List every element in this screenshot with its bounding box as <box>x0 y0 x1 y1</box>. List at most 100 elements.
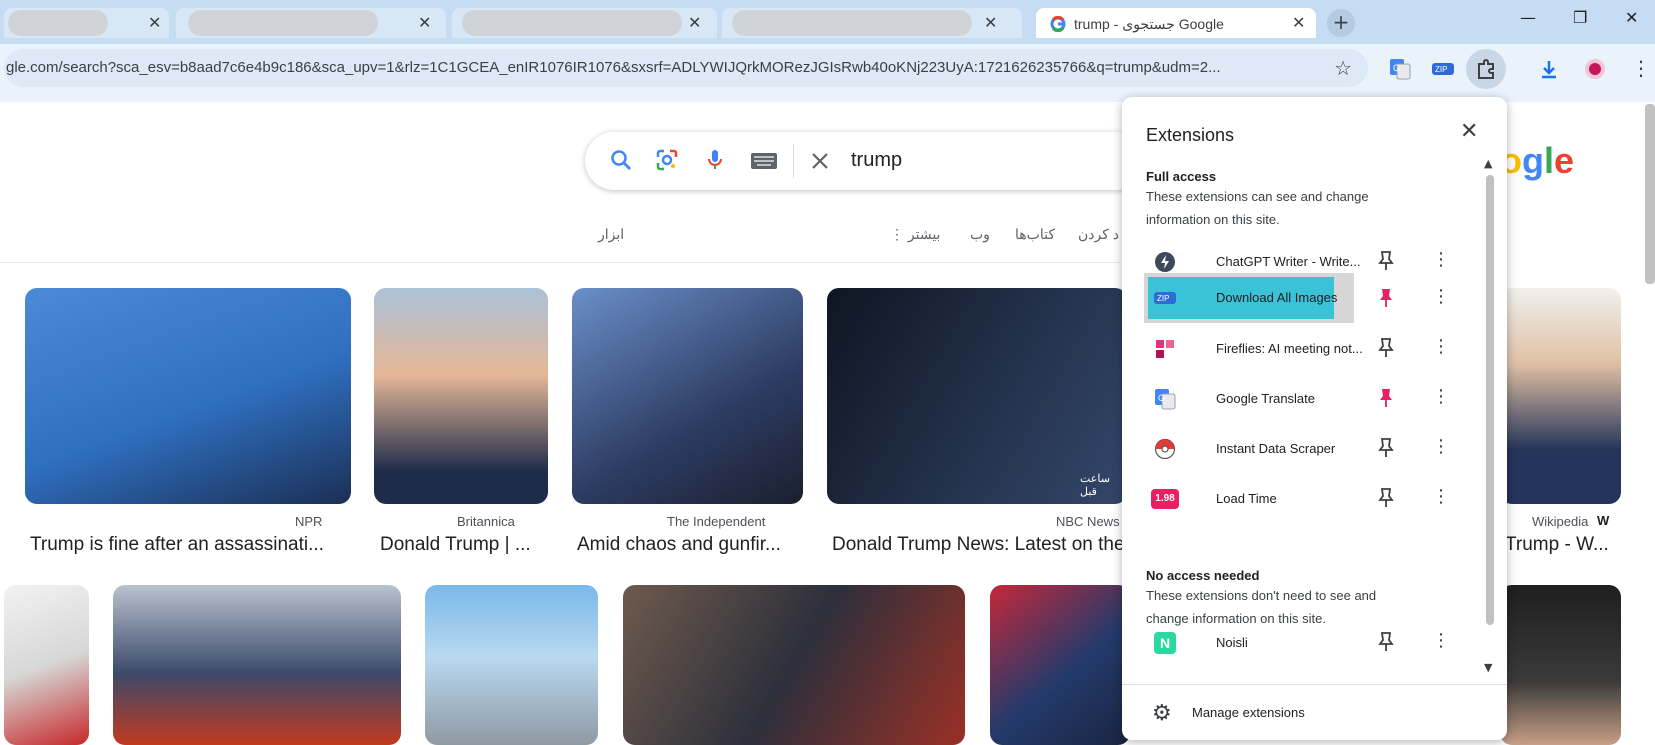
close-popup-icon[interactable]: ✕ <box>1460 119 1478 144</box>
noisli-icon: N <box>1154 632 1176 654</box>
nav-more[interactable]: ⋮ بیشتر <box>890 226 940 243</box>
more-menu-icon: ⋮ <box>890 226 908 242</box>
zip-icon: ZIP <box>1154 292 1176 304</box>
more-options-icon[interactable]: ⋮ <box>1432 286 1450 307</box>
result-image[interactable] <box>990 585 1130 745</box>
scroll-thumb[interactable] <box>1486 175 1494 625</box>
more-options-icon[interactable]: ⋮ <box>1432 249 1450 270</box>
google-translate-icon: G <box>1155 389 1176 410</box>
result-source[interactable]: Britannica <box>457 514 515 529</box>
keyboard-icon[interactable] <box>750 152 778 170</box>
close-tab-icon[interactable]: ✕ <box>688 13 701 32</box>
nav-web[interactable]: وب <box>970 226 990 243</box>
search-box[interactable]: trump <box>585 132 1145 190</box>
profile-avatar-icon[interactable] <box>1584 58 1606 80</box>
browser-menu-icon[interactable]: ⋮ <box>1631 56 1651 80</box>
pin-icon[interactable] <box>1378 487 1394 509</box>
nav-tools[interactable]: ابزار <box>598 226 624 243</box>
svg-text:ZIP: ZIP <box>1435 65 1447 74</box>
result-caption[interactable]: Trump is fine after an assassinati... <box>30 534 350 556</box>
more-options-icon[interactable]: ⋮ <box>1432 436 1450 457</box>
extension-row-google-translate[interactable]: G Google Translate ⋮ <box>1146 373 1461 425</box>
pinned-icon[interactable] <box>1378 387 1394 409</box>
tab-active[interactable]: trump - جستجوی Google ✕ <box>1036 8 1316 38</box>
result-image[interactable] <box>374 288 548 504</box>
bookmark-star-icon[interactable]: ☆ <box>1334 56 1352 80</box>
image-timestamp-overlay: ساعت قبل <box>1080 473 1110 498</box>
extensions-button[interactable] <box>1466 49 1506 89</box>
result-source[interactable]: Wikipedia <box>1532 514 1588 529</box>
tab-title: trump - جستجوی Google <box>1074 16 1224 32</box>
search-query[interactable]: trump <box>851 149 902 172</box>
google-lens-icon[interactable] <box>655 148 679 172</box>
search-icon[interactable] <box>609 148 633 172</box>
popup-scrollbar[interactable]: ▲ ▼ <box>1484 157 1496 677</box>
pin-icon[interactable] <box>1378 631 1394 653</box>
more-options-icon[interactable]: ⋮ <box>1432 386 1450 407</box>
close-tab-icon[interactable]: ✕ <box>418 13 431 32</box>
result-caption[interactable]: Donald Trump | ... <box>380 534 550 556</box>
manage-extensions-button[interactable]: ⚙ Manage extensions <box>1122 684 1507 740</box>
address-bar[interactable]: gle.com/search?sca_esv=b8aad7c6e4b9c186&… <box>4 49 1368 87</box>
page-scrollbar[interactable] <box>1645 104 1655 284</box>
tab-4[interactable]: ✕ <box>722 8 1022 38</box>
result-image[interactable] <box>113 585 401 745</box>
result-image[interactable] <box>4 585 89 745</box>
close-tab-icon[interactable]: ✕ <box>1292 13 1305 32</box>
more-options-icon[interactable]: ⋮ <box>1432 630 1450 651</box>
result-caption[interactable]: Trump - W... <box>1505 534 1625 556</box>
clear-search-icon[interactable] <box>809 150 831 172</box>
extension-row-download-all-images[interactable]: ZIP Download All Images ⋮ <box>1144 273 1461 325</box>
extension-name: Download All Images <box>1216 290 1338 305</box>
result-image[interactable] <box>425 585 598 745</box>
extension-name: ChatGPT Writer - Write... <box>1216 254 1361 269</box>
more-options-icon[interactable]: ⋮ <box>1432 336 1450 357</box>
extension-row-fireflies[interactable]: Fireflies: AI meeting not... ⋮ <box>1146 323 1461 375</box>
zip-icon[interactable]: ZIP <box>1432 58 1454 80</box>
extension-row-load-time[interactable]: 1.98 Load Time ⋮ <box>1146 473 1461 525</box>
result-image[interactable]: ساعت قبل <box>827 288 1127 504</box>
minimize-icon[interactable]: — <box>1520 8 1536 27</box>
tab-2[interactable]: ✕ <box>176 8 446 38</box>
result-caption[interactable]: Donald Trump News: Latest on the <box>832 534 1122 556</box>
result-image[interactable] <box>572 288 803 504</box>
close-window-icon[interactable]: ✕ <box>1625 8 1638 27</box>
close-tab-icon[interactable]: ✕ <box>984 13 997 32</box>
tab-1[interactable]: ✕ <box>4 8 169 38</box>
scroll-down-icon[interactable]: ▼ <box>1484 661 1492 674</box>
extension-name: Google Translate <box>1216 391 1316 406</box>
no-access-heading: No access needed <box>1146 568 1260 583</box>
extension-name: Fireflies: AI meeting not... <box>1216 341 1363 356</box>
scroll-up-icon[interactable]: ▲ <box>1484 157 1492 170</box>
url-text[interactable]: gle.com/search?sca_esv=b8aad7c6e4b9c186&… <box>6 59 1326 76</box>
full-access-heading: Full access <box>1146 169 1217 184</box>
close-tab-icon[interactable]: ✕ <box>148 13 161 32</box>
pin-icon[interactable] <box>1378 437 1394 459</box>
google-logo[interactable]: ogle <box>1500 140 1574 182</box>
nav-partial[interactable]: د کردن <box>1078 226 1119 243</box>
microphone-icon[interactable] <box>703 148 727 172</box>
tab-title-redacted <box>462 10 682 36</box>
tab-title-redacted <box>8 10 108 36</box>
result-source[interactable]: NBC News <box>1056 514 1120 529</box>
result-image[interactable] <box>623 585 965 745</box>
tab-3[interactable]: ✕ <box>452 8 717 38</box>
result-image[interactable] <box>1500 288 1621 504</box>
result-image[interactable] <box>25 288 351 504</box>
pinned-icon[interactable] <box>1378 287 1394 309</box>
result-source[interactable]: NPR <box>295 514 322 529</box>
restore-icon[interactable]: ❐ <box>1573 8 1587 27</box>
new-tab-button[interactable]: + <box>1327 9 1355 37</box>
pin-icon[interactable] <box>1378 250 1394 272</box>
result-image[interactable] <box>1500 585 1621 745</box>
result-caption[interactable]: Amid chaos and gunfir... <box>577 534 807 556</box>
nav-books[interactable]: کتاب‌ها <box>1015 226 1055 243</box>
download-icon[interactable] <box>1538 58 1560 80</box>
more-options-icon[interactable]: ⋮ <box>1432 486 1450 507</box>
pin-icon[interactable] <box>1378 337 1394 359</box>
extension-row-noisli[interactable]: N Noisli ⋮ <box>1146 617 1461 669</box>
google-translate-icon[interactable]: G <box>1389 58 1411 80</box>
extension-row-instant-data-scraper[interactable]: Instant Data Scraper ⋮ <box>1146 423 1461 475</box>
result-source[interactable]: The Independent <box>667 514 765 529</box>
popup-title: Extensions <box>1146 125 1235 145</box>
